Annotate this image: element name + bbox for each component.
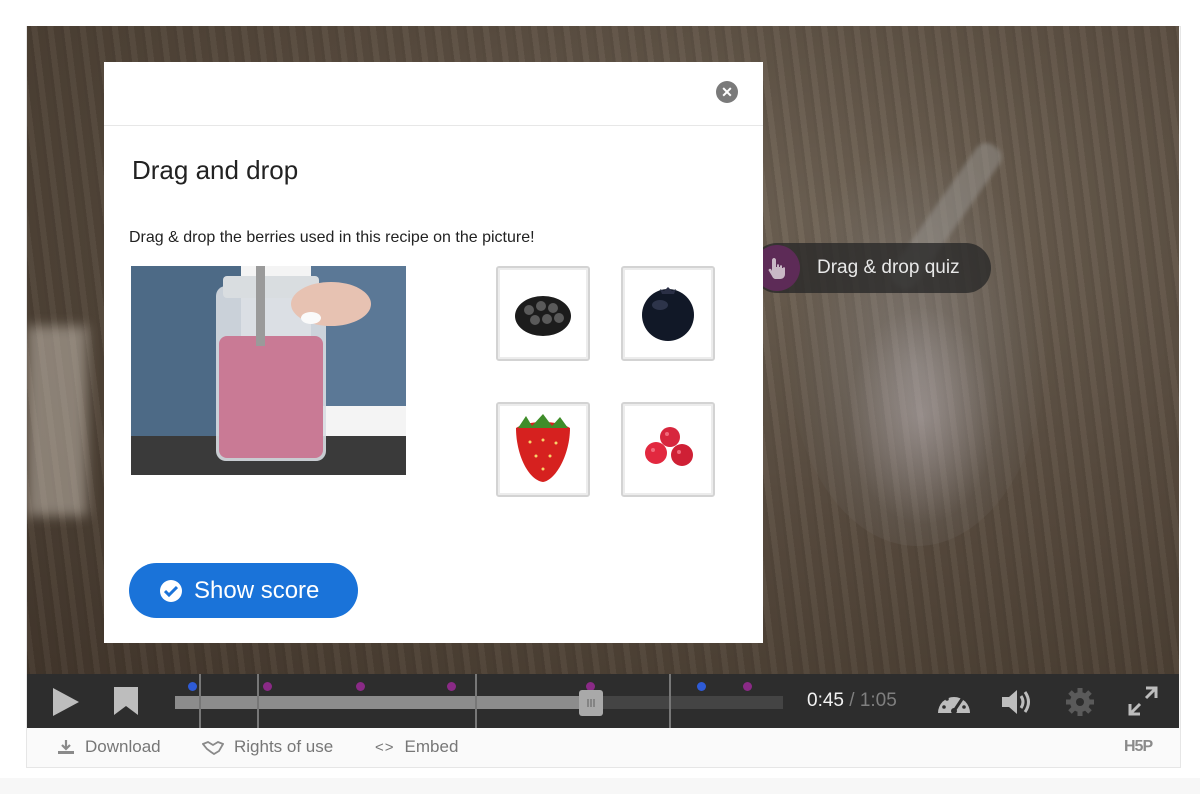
settings-gear-icon[interactable] xyxy=(1065,687,1095,722)
download-icon xyxy=(57,739,75,755)
blackberry-draggable[interactable] xyxy=(496,266,590,361)
blueberry-draggable[interactable] xyxy=(621,266,715,361)
h5p-logo[interactable]: H5P xyxy=(1124,738,1153,756)
strawberry-draggable[interactable] xyxy=(496,402,590,497)
interaction-dot[interactable] xyxy=(743,682,752,691)
interaction-marker xyxy=(199,674,201,730)
seek-handle[interactable] xyxy=(579,690,603,716)
bookmark-icon[interactable] xyxy=(113,686,139,721)
quiz-button-label: Drag & drop quiz xyxy=(817,257,960,278)
playback-speed-icon[interactable] xyxy=(936,687,972,722)
dialog-title: Drag and drop xyxy=(132,155,299,185)
handshake-icon xyxy=(202,739,224,755)
fullscreen-icon[interactable] xyxy=(1127,685,1159,722)
task-description: Drag & drop the berries used in this rec… xyxy=(129,229,535,246)
time-display: 0:45 / 1:05 xyxy=(807,690,897,712)
interaction-dot[interactable] xyxy=(356,682,365,691)
player-footer: Download Rights of use <> Embed H5P xyxy=(27,728,1179,765)
current-time: 0:45 xyxy=(807,690,844,711)
interaction-marker xyxy=(475,674,477,730)
drag-drop-dialog: ✕ Drag and drop Drag & drop the berries … xyxy=(104,62,763,643)
smoothie-photo-dropzone[interactable] xyxy=(131,266,406,475)
volume-icon[interactable] xyxy=(1000,687,1034,722)
show-score-label: Show score xyxy=(194,576,320,604)
player-controls: 0:45 / 1:05 xyxy=(27,674,1179,730)
rights-of-use-label: Rights of use xyxy=(234,737,334,756)
video-frame-blur xyxy=(27,326,87,516)
raspberries-draggable[interactable] xyxy=(621,402,715,497)
duration: 1:05 xyxy=(859,690,897,711)
video-frame-glass-inner xyxy=(847,306,997,526)
dialog-header: ✕ xyxy=(104,62,763,126)
show-score-button[interactable]: Show score xyxy=(129,563,358,618)
interaction-dot[interactable] xyxy=(188,682,197,691)
play-icon[interactable] xyxy=(51,686,81,723)
rights-of-use-link[interactable]: Rights of use xyxy=(202,737,333,757)
close-icon[interactable]: ✕ xyxy=(716,81,738,103)
check-circle-icon xyxy=(160,579,182,602)
interaction-marker xyxy=(257,674,259,730)
interaction-marker xyxy=(669,674,671,730)
seek-bar[interactable] xyxy=(175,674,783,730)
drag-drop-quiz-button[interactable]: Drag & drop quiz xyxy=(752,243,991,293)
interaction-dot[interactable] xyxy=(697,682,706,691)
embed-link[interactable]: <> Embed xyxy=(375,737,458,757)
download-label: Download xyxy=(85,737,161,756)
download-link[interactable]: Download xyxy=(57,737,161,757)
interaction-dot[interactable] xyxy=(447,682,456,691)
seek-bar-played xyxy=(175,696,596,709)
page-bottom-strip xyxy=(0,778,1200,794)
time-separator: / xyxy=(849,690,855,711)
embed-label: Embed xyxy=(404,737,459,756)
code-icon: <> xyxy=(375,738,395,756)
interaction-dot[interactable] xyxy=(263,682,272,691)
